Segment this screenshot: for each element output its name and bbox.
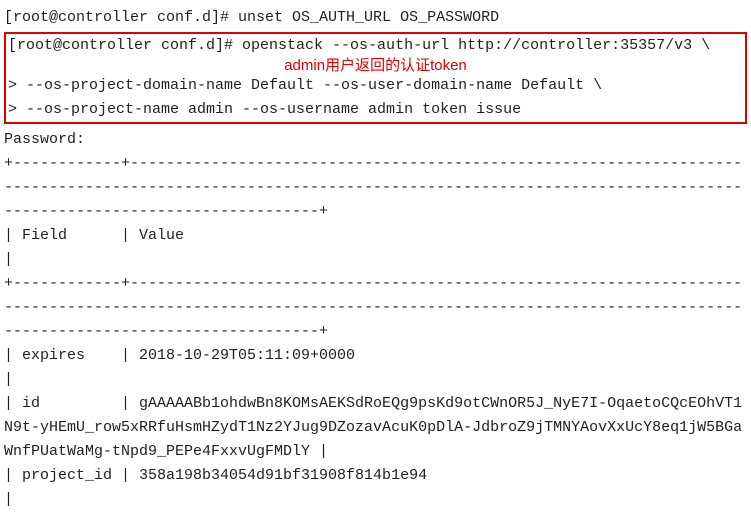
- table-border-mid: +------------+--------------------------…: [4, 272, 747, 344]
- table-border-top: +------------+--------------------------…: [4, 152, 747, 224]
- highlighted-command-box: [root@controller conf.d]# openstack --os…: [4, 32, 747, 124]
- command-unset: [root@controller conf.d]# unset OS_AUTH_…: [4, 6, 747, 30]
- annotation-text: admin用户返回的认证token: [8, 56, 743, 76]
- command-openstack-line3: > --os-project-name admin --os-username …: [8, 98, 743, 122]
- table-header-row: | Field | Value |: [4, 224, 747, 272]
- command-openstack-line1: [root@controller conf.d]# openstack --os…: [8, 34, 743, 58]
- table-row-id: | id | gAAAAABb1ohdwBn8KOMsAEKSdRoEQg9ps…: [4, 392, 747, 464]
- password-prompt: Password:: [4, 128, 747, 152]
- table-row-expires: | expires | 2018-10-29T05:11:09+0000 |: [4, 344, 747, 392]
- command-openstack-line2: > --os-project-domain-name Default --os-…: [8, 74, 743, 98]
